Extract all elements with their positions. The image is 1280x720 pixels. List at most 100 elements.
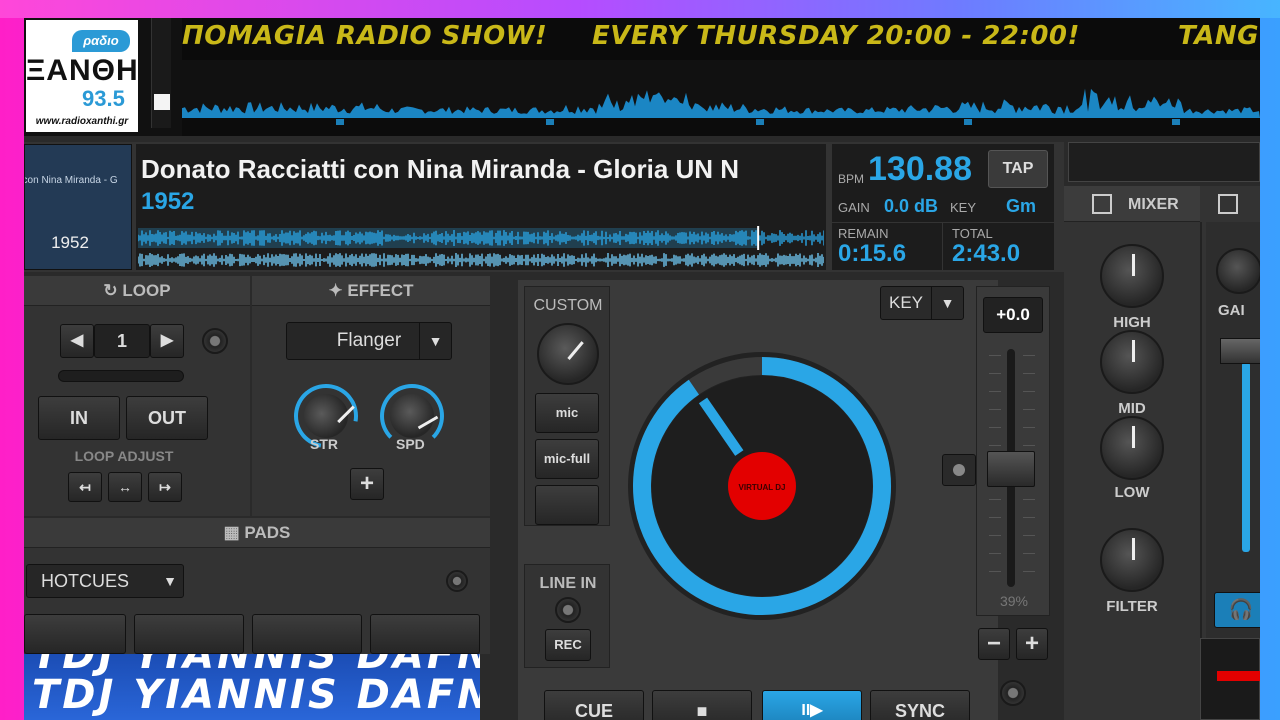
pads-mode-select[interactable]: HOTCUES ▼ (26, 564, 184, 598)
effect-icon: ✦ (328, 281, 348, 300)
loop-header: ↻ LOOP (24, 276, 250, 306)
logo-url: www.radioxanthi.gr (35, 116, 129, 127)
pitch-minus-button[interactable]: − (978, 628, 1010, 660)
volume-fader-handle[interactable] (1220, 338, 1260, 364)
loop-slider[interactable] (58, 370, 184, 382)
pad-4[interactable] (370, 614, 480, 654)
waveform-lower (138, 253, 824, 267)
loop-decrease-button[interactable]: ◀ (60, 324, 94, 358)
station-logo: ραδιο ΞΑΝΘΗ 93.5 www.radioxanthi.gr (26, 20, 138, 132)
key-select-label: KEY (889, 293, 924, 312)
effect-select[interactable]: Flanger ▼ (286, 322, 452, 360)
pad-1[interactable] (24, 614, 126, 654)
pitch-tick (989, 553, 1001, 554)
effect-speed-label: SPD (396, 436, 425, 452)
tap-button[interactable]: TAP (988, 150, 1048, 188)
loop-size-display: 1 (94, 324, 150, 358)
effect-selected: Flanger (336, 330, 402, 351)
pads-header: ▦ PADS (24, 518, 490, 548)
linein-led-button[interactable] (555, 597, 581, 623)
pitch-tick (1023, 409, 1035, 410)
remain-label: REMAIN (838, 226, 889, 241)
pads-led-button[interactable] (446, 570, 468, 592)
overview-waveform[interactable] (182, 60, 1260, 118)
effect-header: ✦ EFFECT (252, 276, 490, 306)
cue-button[interactable]: CUE (544, 690, 644, 720)
add-effect-button[interactable]: + (350, 468, 384, 500)
waveform-fill (182, 88, 1260, 118)
eq-mid-knob[interactable] (1100, 330, 1164, 394)
eq-low-label: LOW (1114, 484, 1150, 501)
ticker-segment: ΠΟΜAGIA RADIO SHOW! (182, 21, 548, 51)
ticker-segment: EVERY THURSDAY 20:00 - 22:00! (592, 21, 1080, 51)
pitch-value[interactable]: +0.0 (983, 297, 1043, 333)
slider-handle[interactable] (154, 94, 170, 110)
scrolling-ticker: ΠΟΜAGIA RADIO SHOW! EVERY THURSDAY 20:00… (182, 18, 1260, 60)
pitch-tick (989, 571, 1001, 572)
eq-low-knob[interactable] (1100, 416, 1164, 480)
loop-shift-left-button[interactable]: ↤ (68, 472, 102, 502)
chevron-down-icon: ▼ (931, 287, 963, 319)
mic-full-button[interactable]: mic-full (535, 439, 599, 479)
loop-panel: ↻ LOOP ◀ 1 ▶ IN OUT LOOP ADJUST ↤ ↔ ↦ (24, 276, 250, 516)
jog-wheel[interactable]: VIRTUAL DJ (624, 348, 900, 624)
pitch-tick (1023, 553, 1035, 554)
pitch-panel: +0.0 39% (976, 286, 1050, 616)
loop-increase-button[interactable]: ▶ (150, 324, 184, 358)
keylock-led-button[interactable] (1000, 680, 1026, 706)
beat-grid (182, 118, 1260, 136)
pitch-tick (989, 355, 1001, 356)
headphone-cue-button[interactable]: 🎧 (1214, 592, 1260, 628)
gain-knob[interactable] (1216, 248, 1260, 294)
pitch-tick (1023, 535, 1035, 536)
gain-label: GAIN (838, 200, 870, 215)
filter-knob[interactable] (1100, 528, 1164, 592)
pad-3[interactable] (252, 614, 362, 654)
loop-move-button[interactable]: ↔ (108, 472, 142, 502)
beat-marker (546, 119, 554, 125)
eq-high-knob[interactable] (1100, 244, 1164, 308)
pitch-tick (1023, 571, 1035, 572)
loop-in-button[interactable]: IN (38, 396, 120, 440)
crossfader-area[interactable] (1200, 638, 1260, 720)
pitch-plus-button[interactable]: + (1016, 628, 1048, 660)
pitch-reset-button[interactable] (942, 454, 976, 486)
album-cover[interactable]: t con Nina Miranda - G 1952 (24, 144, 132, 270)
pitch-percent: 39% (999, 593, 1029, 609)
pitch-tick (1023, 355, 1035, 356)
track-waveform[interactable] (138, 226, 824, 270)
video-icon[interactable] (1218, 194, 1238, 214)
chevron-down-icon[interactable]: ▼ (419, 323, 451, 359)
dj-banner: TDJ YIANNIS DAFNIS TDJ YIANNIS DAFNIS (24, 654, 480, 720)
pad-2[interactable] (134, 614, 244, 654)
track-year: 1952 (141, 188, 195, 215)
volume-slider[interactable] (151, 18, 171, 128)
beat-marker (964, 119, 972, 125)
crossfader-handle[interactable] (1217, 671, 1260, 681)
stop-button[interactable]: ■ (652, 690, 752, 720)
loop-shift-right-button[interactable]: ↦ (148, 472, 182, 502)
pads-icon: ▦ (223, 523, 245, 542)
key-select[interactable]: KEY ▼ (880, 286, 964, 320)
mixer-header[interactable]: MIXER (1064, 186, 1200, 222)
pitch-tick (989, 409, 1001, 410)
rec-button[interactable]: REC (545, 629, 591, 661)
loop-led-button[interactable] (202, 328, 228, 354)
gain-value: 0.0 dB (884, 196, 939, 216)
volume-meter (1242, 362, 1250, 552)
pitch-tick (1023, 499, 1035, 500)
bpm-value: 130.88 (868, 150, 972, 188)
logo-name: ΞΑΝΘΗ (26, 54, 139, 87)
pitch-fader-handle[interactable] (987, 451, 1035, 487)
key-label: KEY (950, 200, 977, 215)
custom-empty-button[interactable] (535, 485, 599, 525)
loop-out-button[interactable]: OUT (126, 396, 208, 440)
headphone-icon: 🎧 (1228, 599, 1254, 621)
ticker-segment: TANG (1178, 21, 1259, 51)
mic-button[interactable]: mic (535, 393, 599, 433)
custom-knob[interactable] (537, 323, 599, 385)
play-pause-button[interactable]: II▶ (762, 690, 862, 720)
arrow-both-icon: ↔ (118, 479, 132, 495)
browser-search-box[interactable] (1068, 142, 1260, 182)
sync-button[interactable]: SYNC (870, 690, 970, 720)
